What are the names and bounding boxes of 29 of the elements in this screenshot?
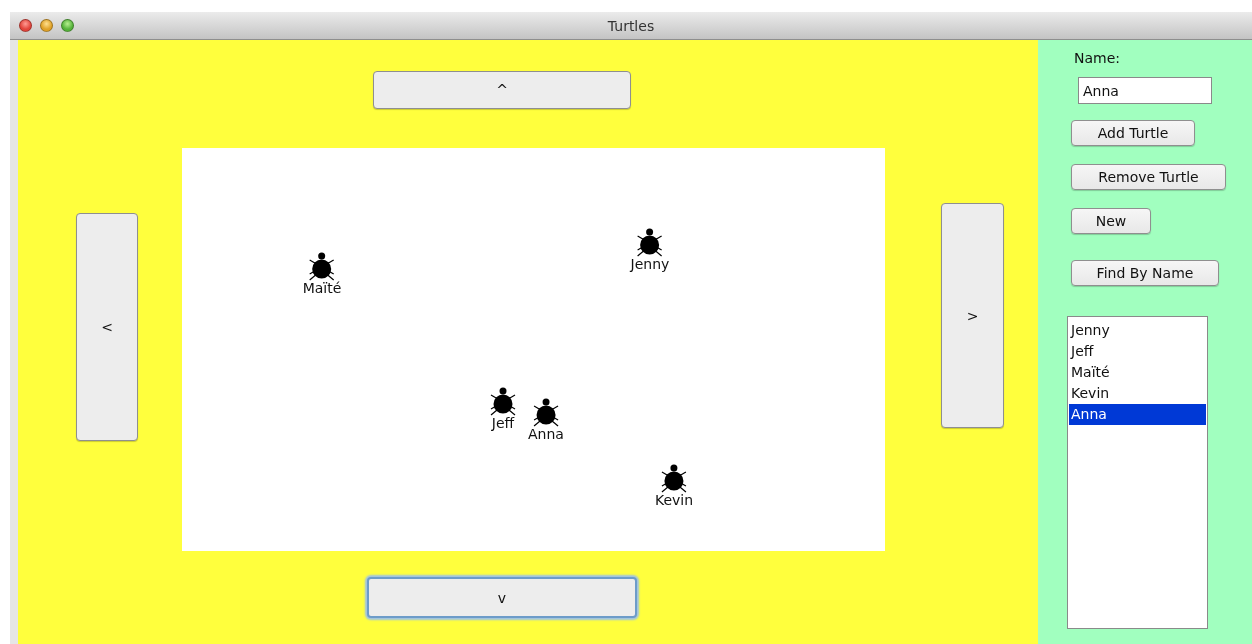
action-button[interactable]: Remove Turtle: [1071, 164, 1226, 190]
turtle-icon: [308, 252, 336, 282]
name-label: Name:: [1074, 50, 1121, 66]
action-button[interactable]: Add Turtle: [1071, 120, 1195, 146]
list-item[interactable]: Jenny: [1069, 320, 1206, 341]
close-button[interactable]: [19, 19, 32, 32]
arrow-button[interactable]: <: [76, 213, 138, 441]
turtle-name: Kevin: [654, 492, 694, 508]
zoom-button[interactable]: [61, 19, 74, 32]
turtle-name: Anna: [528, 426, 564, 442]
list-item[interactable]: Maïté: [1069, 362, 1206, 383]
turtle-icon: [489, 387, 517, 417]
minimize-button[interactable]: [40, 19, 53, 32]
arrow-button[interactable]: >: [941, 203, 1004, 428]
turtle-name: Jenny: [630, 256, 670, 272]
name-field[interactable]: Anna: [1078, 77, 1212, 104]
window-title: Turtles: [607, 18, 655, 34]
turtle-icon: [636, 228, 664, 258]
turtle-icon: [660, 464, 688, 494]
list-item[interactable]: Kevin: [1069, 383, 1206, 404]
action-button[interactable]: Find By Name: [1071, 260, 1219, 286]
list-item[interactable]: Jeff: [1069, 341, 1206, 362]
turtle-icon: [532, 398, 560, 428]
arrow-button[interactable]: v: [367, 577, 637, 618]
action-button[interactable]: New: [1071, 208, 1151, 234]
turtle-name: Jeff: [491, 415, 515, 431]
arrow-button[interactable]: ^: [373, 71, 631, 109]
turtle-name: Maïté: [302, 280, 342, 296]
list-item[interactable]: Anna: [1069, 404, 1206, 425]
